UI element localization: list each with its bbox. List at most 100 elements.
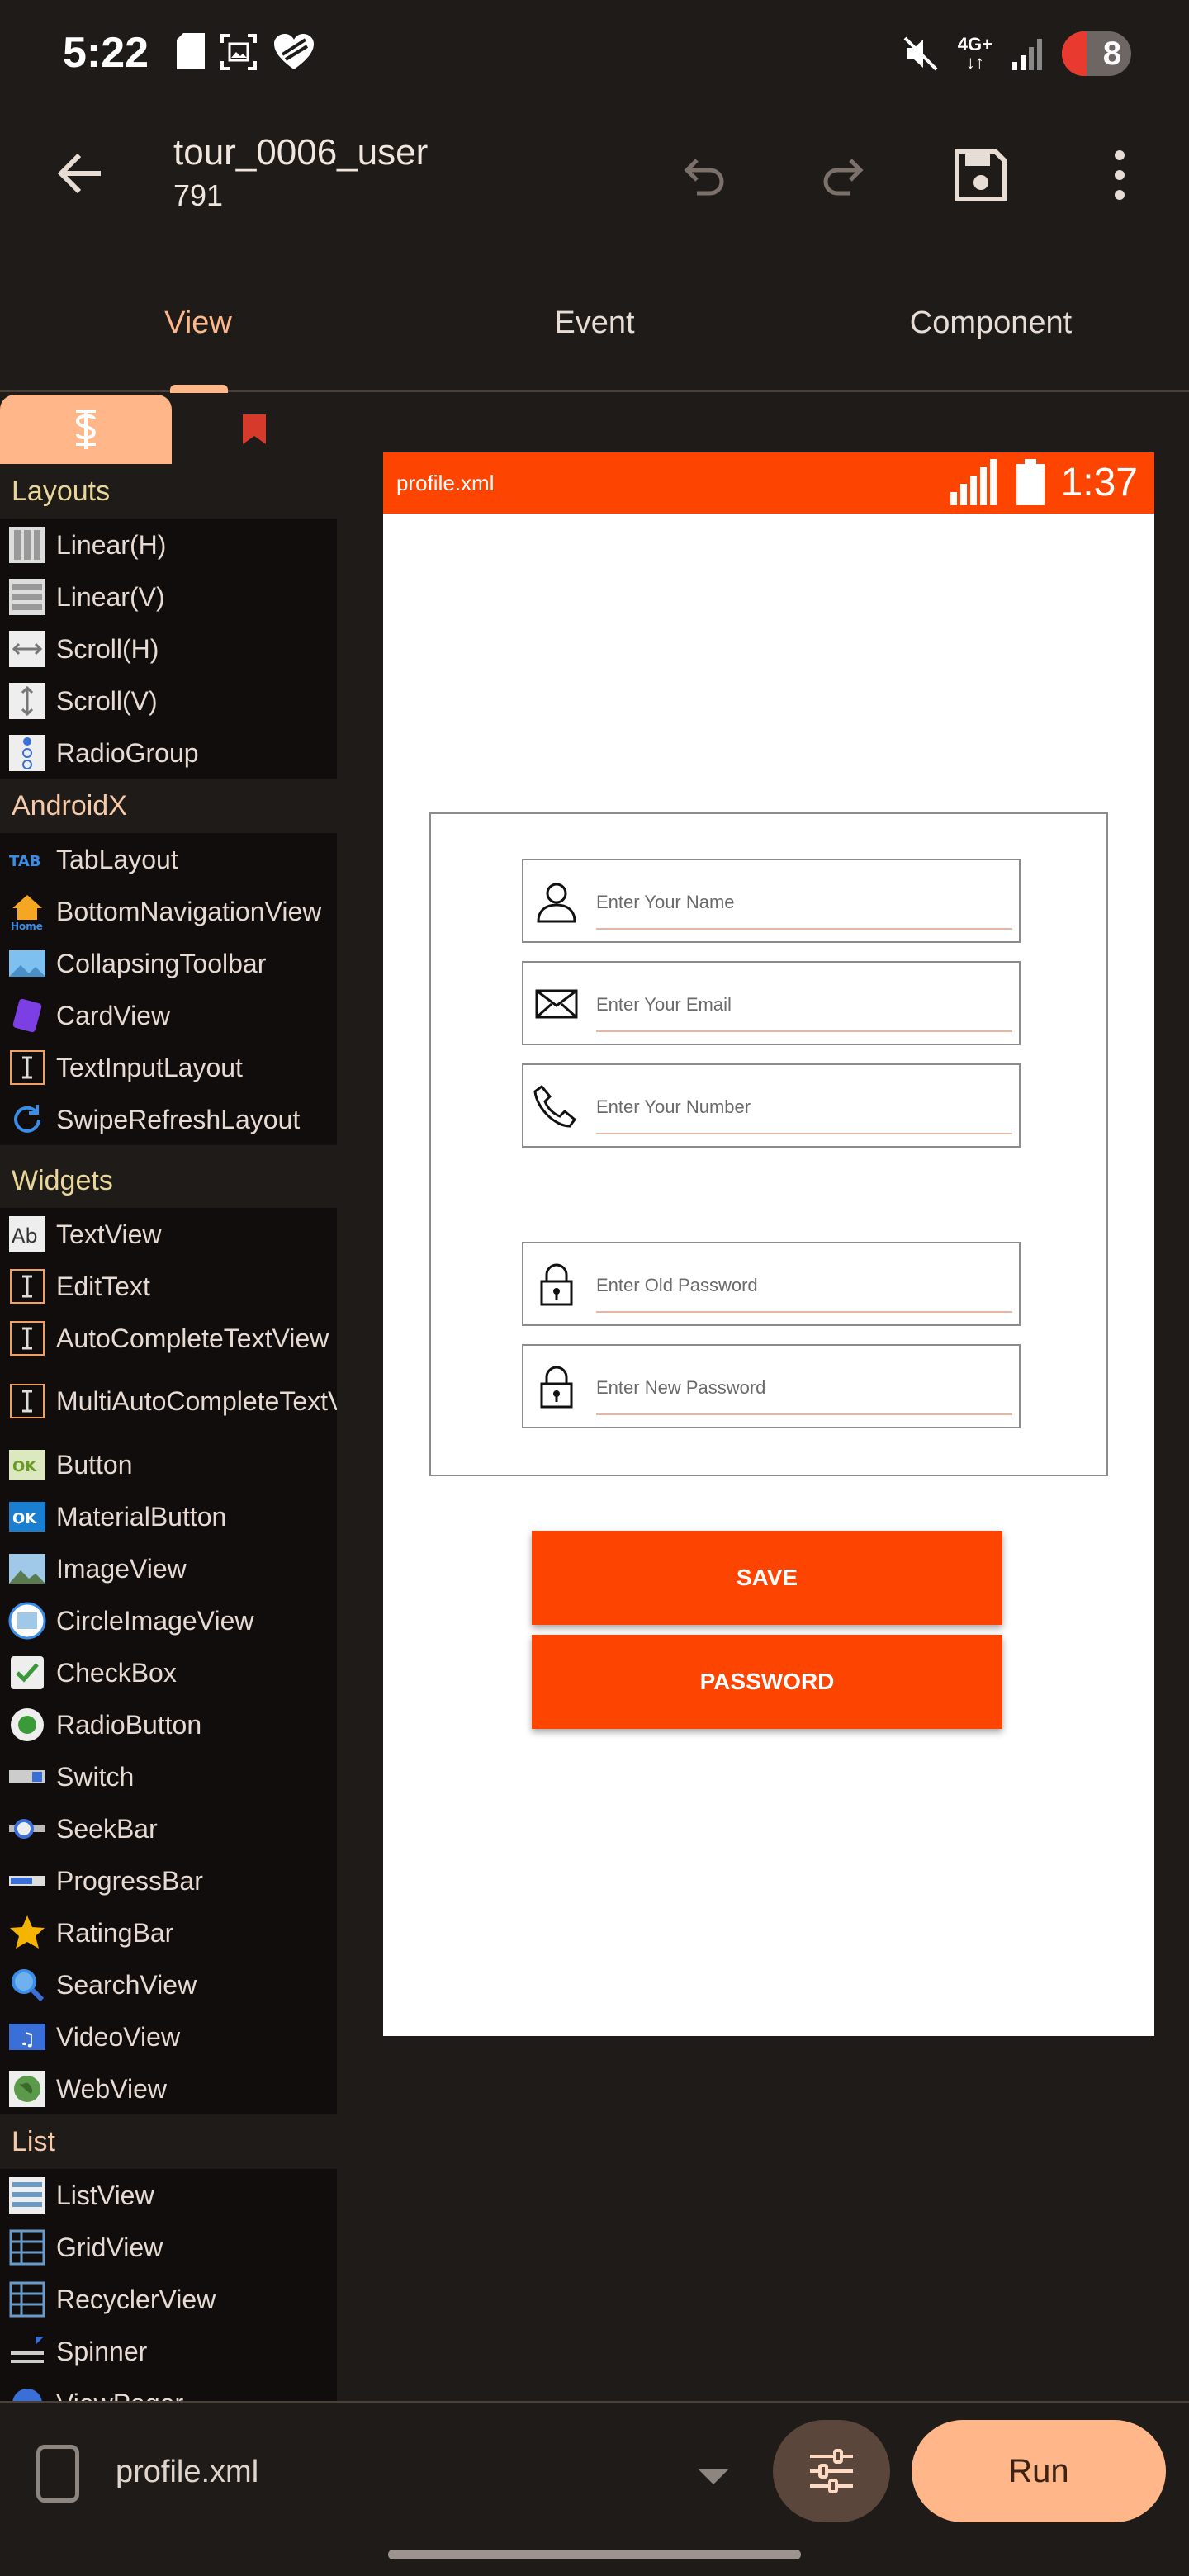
tab-view[interactable]: View [0,305,396,341]
email-input[interactable]: Enter Your Email [596,994,732,1016]
palette-item-imageview[interactable]: ImageView [0,1542,337,1594]
svg-text:Ab: Ab [12,1224,38,1248]
redo-button[interactable] [808,140,877,210]
palette-item-label: Scroll(V) [56,685,158,716]
palette-item-textinputlayout[interactable]: TextInputLayout [0,1041,337,1093]
name-field[interactable]: Enter Your Name [522,859,1021,943]
back-button[interactable] [50,142,112,205]
star-icon [7,1912,48,1953]
number-field[interactable]: Enter Your Number [522,1063,1021,1148]
new-password-field[interactable]: Enter New Password [522,1344,1021,1428]
palette-item-seekbar[interactable]: SeekBar [0,1802,337,1854]
palette-tab-widgets[interactable] [0,395,172,464]
palette-item-label: SearchView [56,1969,197,2000]
palette-item-bottomnav[interactable]: Home BottomNavigationView [0,885,337,937]
more-options-button[interactable] [1085,140,1154,210]
palette-item-label: ProgressBar [56,1865,203,1896]
editor-tabs: View Event Component [0,281,1189,393]
palette-item-searchview[interactable]: SearchView [0,1958,337,2010]
profile-form: Enter Your Name Enter Your Email Enter Y… [429,812,1108,1476]
palette-item-label: RecyclerView [56,2284,216,2314]
widget-palette: Layouts Linear(H) Linear(V) Scroll(H) Sc… [0,464,337,2403]
palette-item-scroll-v[interactable]: Scroll(V) [0,675,337,727]
lock-icon [540,1263,573,1306]
palette-item-collapsingtoolbar[interactable]: CollapsingToolbar [0,937,337,989]
palette-item-linear-v[interactable]: Linear(V) [0,571,337,623]
palette-item-recyclerview[interactable]: RecyclerView [0,2273,337,2325]
palette-item-label: CircleImageView [56,1605,254,1636]
palette-item-multiautocomplete[interactable]: MultiAutoCompleteTextView [0,1364,337,1438]
number-input[interactable]: Enter Your Number [596,1096,751,1118]
new-password-input[interactable]: Enter New Password [596,1377,765,1399]
undo-button[interactable] [670,140,740,210]
palette-item-label: Linear(H) [56,529,167,560]
email-field[interactable]: Enter Your Email [522,961,1021,1045]
palette-item-spinner[interactable]: Spinner [0,2325,337,2377]
preview-status-bar: profile.xml 1:37 [383,452,1154,514]
status-right-icons: 4G+ ↓↑ 8 [902,31,1131,76]
palette-item-scroll-h[interactable]: Scroll(H) [0,623,337,675]
signal-icon [1012,39,1042,70]
palette-item-label: TextInputLayout [56,1052,243,1082]
progressbar-icon [7,1860,48,1901]
tab-event[interactable]: Event [396,305,793,341]
palette-item-cardview[interactable]: CardView [0,989,337,1041]
palette-item-autocomplete[interactable]: AutoCompleteTextView [0,1312,337,1364]
palette-item-textview[interactable]: Ab TextView [0,1208,337,1260]
palette-item-radiobutton[interactable]: RadioButton [0,1698,337,1750]
palette-item-tablayout[interactable]: TAB TabLayout [0,833,337,885]
palette-item-ratingbar[interactable]: RatingBar [0,1906,337,1958]
tab-component[interactable]: Component [793,305,1189,341]
password-button[interactable]: PASSWORD [532,1635,1002,1729]
palette-item-progressbar[interactable]: ProgressBar [0,1854,337,1906]
multi-autocomplete-icon [7,1380,48,1422]
settings-button[interactable] [773,2420,890,2522]
list-icon [7,2175,48,2216]
palette-item-materialbutton[interactable]: OK MaterialButton [0,1490,337,1542]
globe-icon [7,2068,48,2110]
refresh-icon [7,1099,48,1140]
old-password-field[interactable]: Enter Old Password [522,1242,1021,1326]
status-bar: 5:22 4G+ ↓↑ 8 [0,0,1189,107]
palette-item-label: VideoView [56,2021,181,2052]
layout-preview[interactable]: profile.xml 1:37 Enter Your Name Enter Y… [383,452,1154,2036]
palette-item-edittext[interactable]: EditText [0,1260,337,1312]
scroll-v-icon [7,680,48,722]
save-project-button[interactable] [946,140,1016,210]
grid-icon [7,2227,48,2268]
sim-card-icon [177,33,205,69]
palette-item-listview[interactable]: ListView [0,2169,337,2221]
palette-item-gridview[interactable]: GridView [0,2221,337,2273]
palette-item-webview[interactable]: WebView [0,2062,337,2114]
palette-item-linear-h[interactable]: Linear(H) [0,519,337,571]
textview-icon: Ab [7,1214,48,1255]
palette-item-checkbox[interactable]: CheckBox [0,1646,337,1698]
name-input[interactable]: Enter Your Name [596,892,735,913]
palette-item-label: EditText [56,1271,150,1301]
home-indicator[interactable] [388,2550,801,2559]
palette-item-label: ImageView [56,1553,187,1584]
palette-item-radiogroup[interactable]: RadioGroup [0,727,337,779]
palette-item-swiperefresh[interactable]: SwipeRefreshLayout [0,1093,337,1145]
palette-item-label: BottomNavigationView [56,896,322,926]
tab-indicator [170,385,228,393]
palette-tab-bookmarks[interactable] [172,395,337,464]
save-button[interactable]: SAVE [532,1531,1002,1625]
preview-file-name: profile.xml [396,471,495,495]
palette-item-label: Linear(V) [56,581,165,612]
save-icon [955,149,1007,201]
app-bar: tour_0006_user 791 [0,107,1189,239]
palette-item-circleimageview[interactable]: CircleImageView [0,1594,337,1646]
person-icon [537,883,576,923]
redo-icon [823,159,864,196]
palette-item-viewpager[interactable]: ViewPager [0,2377,337,2403]
file-selector[interactable]: profile.xml [116,2455,258,2490]
palette-item-switch[interactable]: Switch [0,1750,337,1802]
palette-item-button[interactable]: OK Button [0,1438,337,1490]
palette-item-videoview[interactable]: ♫ VideoView [0,2010,337,2062]
run-button[interactable]: Run [912,2420,1166,2522]
palette-item-label: RadioButton [56,1709,202,1740]
svg-text:Home: Home [11,921,43,931]
chevron-down-icon[interactable] [699,2469,728,2484]
old-password-input[interactable]: Enter Old Password [596,1275,758,1296]
